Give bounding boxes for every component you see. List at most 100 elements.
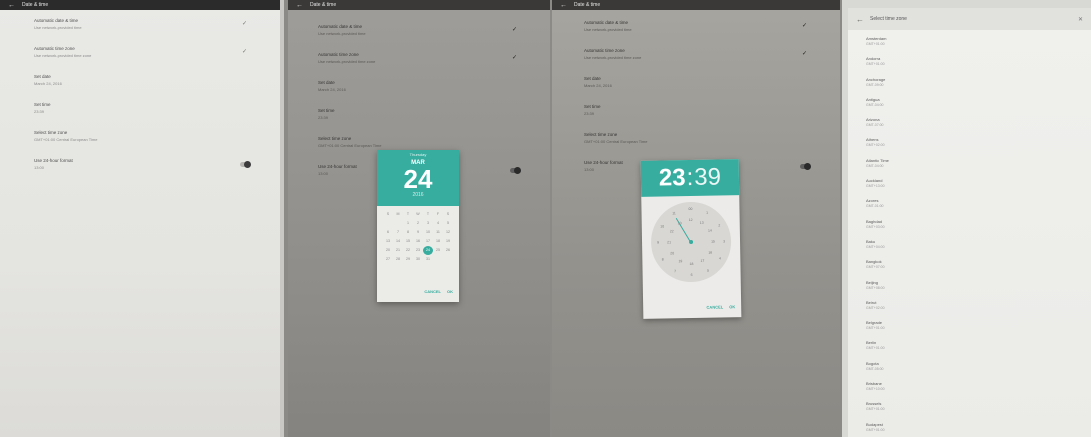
clock-number[interactable]: 8 [659,257,667,261]
setting-set-time[interactable]: Set time 23:39 [34,102,262,130]
clock-dial[interactable]: 00 1 2 3 4 5 6 7 8 9 10 11 12 13 14 15 16 17 18 19 20 21 22 23 [650,201,732,283]
arrow-back-icon[interactable]: ← [856,15,866,24]
clock-number[interactable]: 16 [706,251,714,255]
calendar-day[interactable]: 29 [403,255,413,264]
calendar-day[interactable]: 9 [413,228,423,237]
setting-set-date[interactable]: Set date March 24, 2016 [584,76,822,104]
clock-number[interactable]: 23 [676,221,684,225]
time-zone-item[interactable]: Brisbane GMT+10:00 [866,381,1083,401]
toggle-switch[interactable] [240,161,251,168]
setting-auto-time-zone[interactable]: Automatic time zone Use network-provided… [34,46,262,74]
calendar-day[interactable]: 11 [433,228,443,237]
calendar-day[interactable]: 27 [383,255,393,264]
clock-number[interactable]: 18 [687,262,695,266]
calendar-day-selected[interactable]: 24 [423,246,433,255]
clock-number[interactable]: 14 [706,229,714,233]
time-hour[interactable]: 23 [659,164,686,192]
calendar-day[interactable]: 19 [443,237,453,246]
clock-number[interactable]: 4 [716,256,724,260]
cancel-button[interactable]: CANCEL [706,304,723,309]
calendar-day[interactable]: 6 [383,228,393,237]
calendar-day[interactable]: 3 [423,219,433,228]
calendar-day[interactable]: 23 [413,246,423,255]
date-day[interactable]: 24 [377,166,459,192]
calendar-day[interactable]: 31 [423,255,433,264]
clock-number[interactable]: 2 [715,223,723,227]
setting-time-zone[interactable]: Select time zone GMT+01:00 Central Europ… [584,132,822,160]
calendar-day[interactable]: 15 [403,237,413,246]
calendar-day[interactable]: 8 [403,228,413,237]
calendar-day[interactable]: 30 [413,255,423,264]
calendar-day[interactable]: 12 [443,228,453,237]
clock-number[interactable]: 11 [670,212,678,216]
time-zone-item[interactable]: Baku GMT+04:00 [866,239,1083,259]
time-zone-item[interactable]: Andorra GMT+01:00 [866,56,1083,76]
setting-time-zone[interactable]: Select time zone GMT+01:00 Central Europ… [34,130,262,158]
check-icon[interactable]: ✓ [242,49,248,55]
clock-number[interactable]: 7 [671,269,679,273]
clock-number[interactable]: 5 [704,268,712,272]
setting-set-date[interactable]: Set date March 24, 2016 [34,74,262,102]
time-minute[interactable]: 39 [694,163,721,191]
clock-number[interactable]: 3 [720,239,728,243]
clock-number[interactable]: 15 [709,240,717,244]
time-zone-item[interactable]: Brussels GMT+01:00 [866,401,1083,421]
calendar-day[interactable]: 26 [443,246,453,255]
clock-number[interactable]: 1 [703,211,711,215]
calendar-day[interactable]: 18 [433,237,443,246]
ok-button[interactable]: OK [447,289,453,294]
calendar-day[interactable]: 21 [393,246,403,255]
setting-auto-date-time[interactable]: Automatic date & time Use network-provid… [34,18,262,46]
arrow-back-icon[interactable]: ← [296,2,306,9]
check-icon[interactable]: ✓ [802,51,808,57]
clock-number[interactable]: 9 [654,241,662,245]
time-zone-item[interactable]: Azores GMT-01:00 [866,198,1083,218]
close-icon[interactable]: ✕ [1078,16,1083,23]
clock-number[interactable]: 6 [688,273,696,277]
setting-24-hour[interactable]: Use 24-hour format 13:00 [34,158,262,186]
clock-number[interactable]: 19 [676,259,684,263]
time-zone-item[interactable]: Athens GMT+02:00 [866,137,1083,157]
time-zone-item[interactable]: Beijing GMT+08:00 [866,280,1083,300]
calendar-day[interactable]: 22 [403,246,413,255]
calendar-day[interactable]: 2 [413,219,423,228]
check-icon[interactable]: ✓ [512,27,518,33]
time-zone-item[interactable]: Arizona GMT-07:00 [866,117,1083,137]
calendar-day[interactable]: 28 [393,255,403,264]
check-icon[interactable]: ✓ [242,21,248,27]
clock-number[interactable]: 20 [668,251,676,255]
cancel-button[interactable]: CANCEL [424,289,441,294]
time-zone-item[interactable]: Bogota GMT-05:00 [866,361,1083,381]
calendar-day[interactable]: 10 [423,228,433,237]
clock-number[interactable]: 13 [698,221,706,225]
clock-number[interactable]: 12 [687,218,695,222]
arrow-back-icon[interactable]: ← [560,2,570,9]
check-icon[interactable]: ✓ [512,55,518,61]
calendar-day[interactable]: 7 [393,228,403,237]
setting-auto-time-zone[interactable]: Automatic time zone Use network-provided… [318,52,532,80]
calendar-day[interactable]: 25 [433,246,443,255]
clock-number[interactable]: 00 [686,207,694,211]
setting-set-time[interactable]: Set time 23:39 [318,108,532,136]
check-icon[interactable]: ✓ [802,23,808,29]
setting-auto-date-time[interactable]: Automatic date & time Use network-provid… [584,20,822,48]
calendar-day[interactable]: 17 [423,237,433,246]
time-zone-item[interactable]: Beirut GMT+02:00 [866,300,1083,320]
setting-set-time[interactable]: Set time 23:39 [584,104,822,132]
setting-auto-time-zone[interactable]: Automatic time zone Use network-provided… [584,48,822,76]
setting-set-date[interactable]: Set date March 24, 2016 [318,80,532,108]
calendar-day[interactable]: 13 [383,237,393,246]
time-zone-item[interactable]: Belgrade GMT+01:00 [866,320,1083,340]
time-zone-item[interactable]: Amsterdam GMT+01:00 [866,36,1083,56]
time-zone-item[interactable]: Bangkok GMT+07:00 [866,259,1083,279]
calendar-day[interactable]: 1 [403,219,413,228]
ok-button[interactable]: OK [729,304,735,309]
time-zone-item[interactable]: Baghdad GMT+03:00 [866,219,1083,239]
clock-number[interactable]: 17 [698,259,706,263]
time-zone-item[interactable]: Antigua GMT-04:00 [866,97,1083,117]
date-year[interactable]: 2016 [377,192,459,198]
time-zone-item[interactable]: Budapest GMT+01:00 [866,422,1083,437]
calendar-day[interactable]: 20 [383,246,393,255]
clock-number[interactable]: 22 [668,229,676,233]
calendar-day[interactable]: 14 [393,237,403,246]
